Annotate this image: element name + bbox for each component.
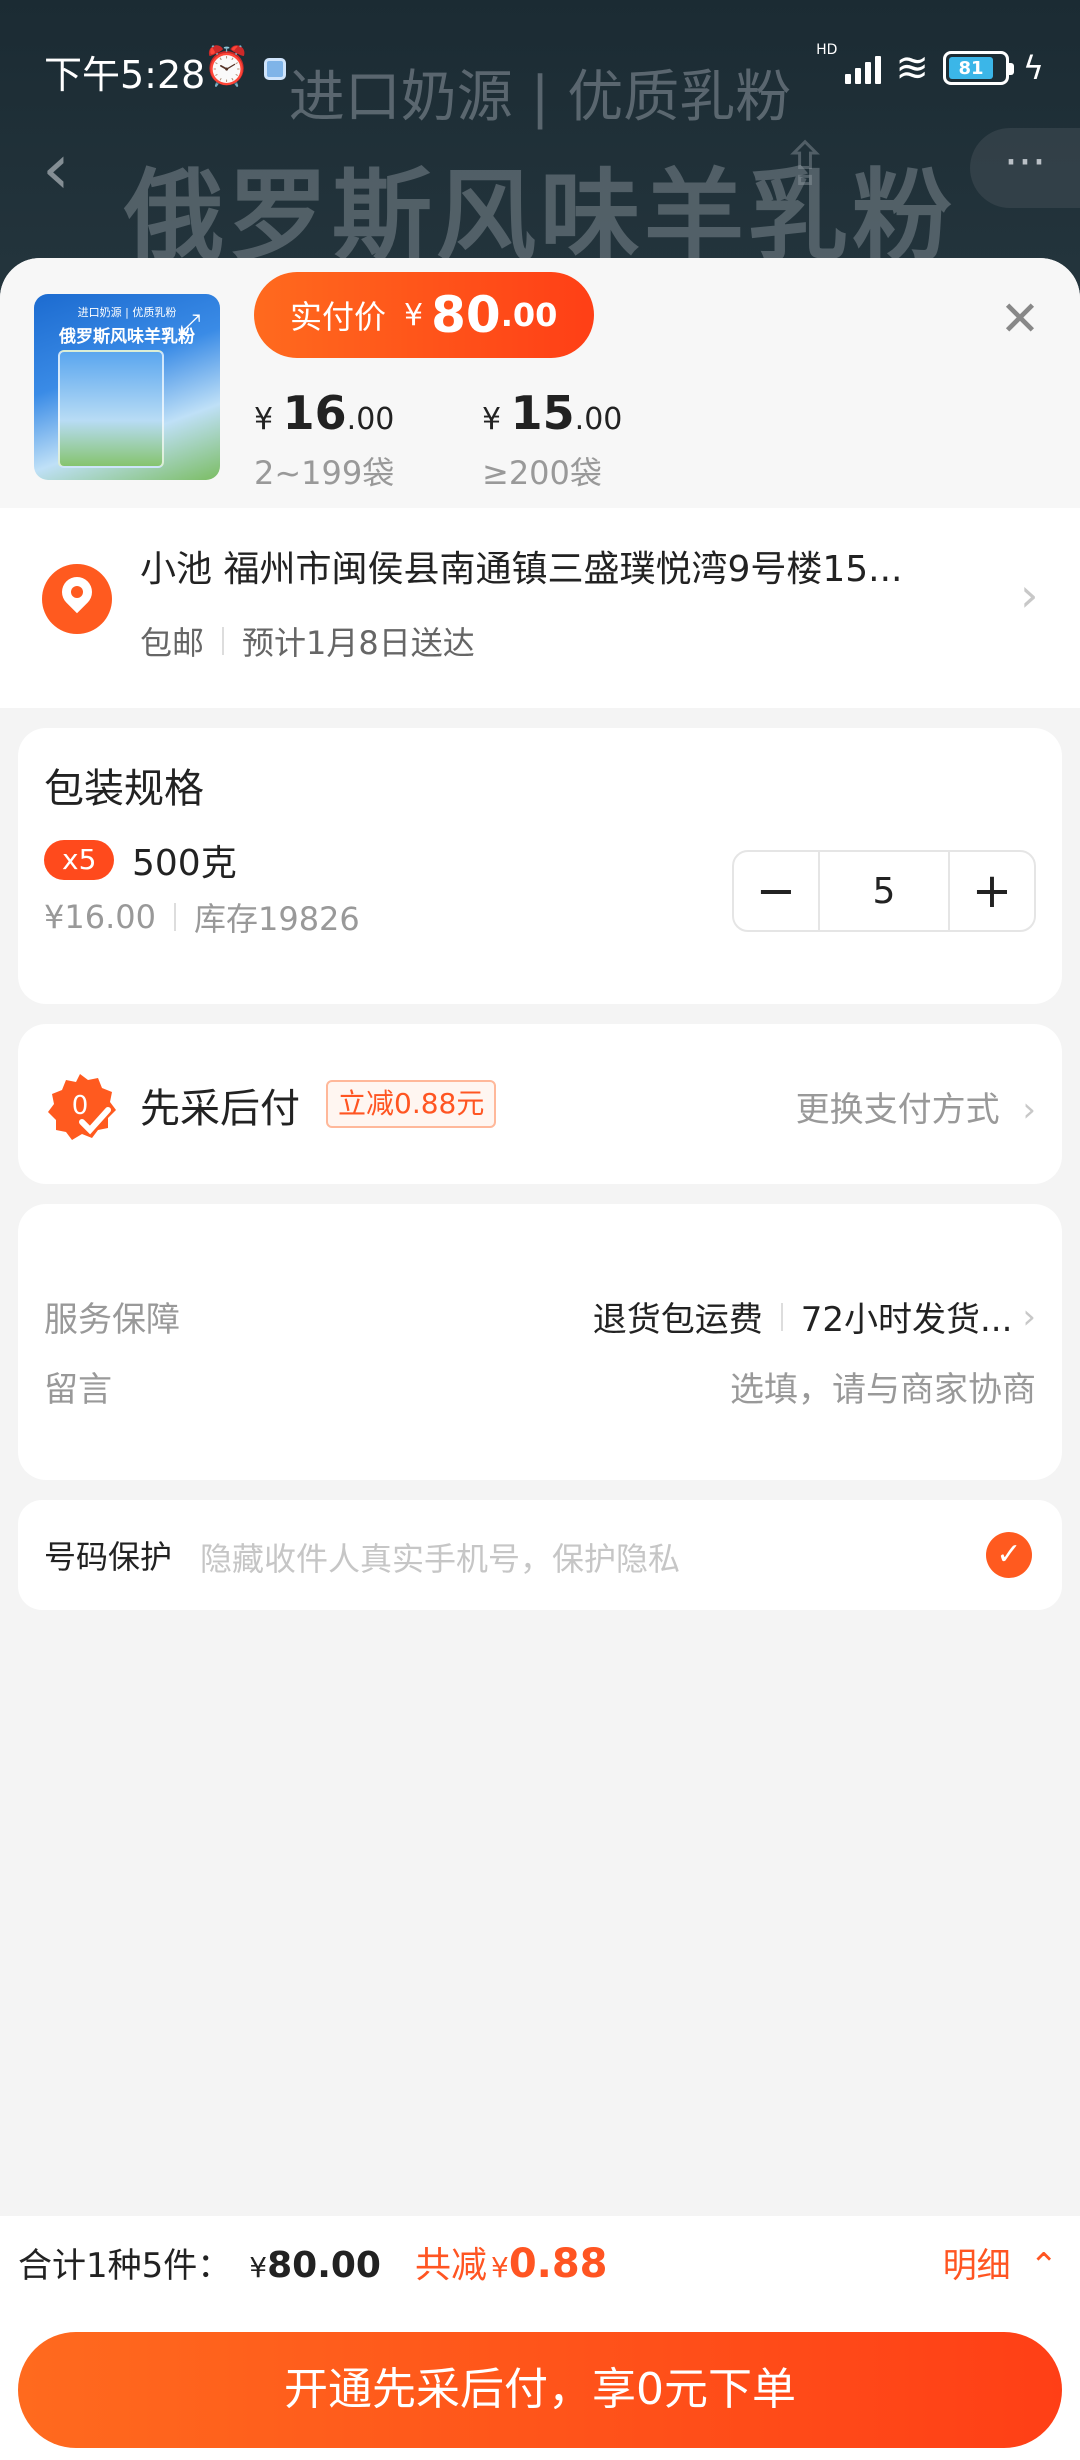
battery-level: 81 [958, 57, 984, 79]
address-section[interactable]: 小池 福州市闽侯县南通镇三盛璞悦湾9号楼15... 包邮 预计1月8日送达 › [0, 508, 1080, 708]
chevron-right-icon: › [1022, 1090, 1036, 1130]
actual-price-label: 实付价 [290, 298, 387, 336]
message-placeholder: 选填，请与商家协商 [730, 1370, 1036, 1410]
savings-label: 共减 [414, 2245, 487, 2286]
package-spec-card: 包装规格 x5 500克 ¥16.00 库存19826 − 5 + [18, 728, 1062, 1004]
tier-range: 2~199袋 [254, 454, 395, 492]
chevron-right-icon: › [1020, 568, 1039, 622]
back-arrow-icon[interactable]: ‹ [42, 128, 70, 210]
notification-app-icon [264, 58, 286, 80]
status-time: 下午5:28 [44, 53, 206, 97]
total-amount: 80.00 [267, 2245, 381, 2286]
divider [780, 1302, 783, 1331]
total-currency: ¥ [249, 2251, 268, 2284]
savings-currency: ¥ [490, 2251, 509, 2284]
decrease-button[interactable]: − [734, 852, 818, 930]
price-tier: ¥ 15.00 ≥200袋 [482, 386, 622, 494]
product-header: 进口奶源 | 优质乳粉 俄罗斯风味羊乳粉 ⤢ 实付价 ¥ 80 .00 ✕ ¥ … [0, 258, 1080, 508]
price-tier: ¥ 16.00 2~199袋 [254, 386, 394, 494]
shipping-label: 包邮 [140, 624, 205, 662]
tier-price: ¥ 15.00 [482, 386, 623, 440]
service-card: 服务保障 退货包运费 72小时发货... › 留言 选填，请与商家协商 [18, 1204, 1062, 1480]
chevron-up-icon: ⌃ [1029, 2246, 1059, 2286]
actual-price-decimal: .00 [500, 296, 558, 334]
order-sheet: 进口奶源 | 优质乳粉 俄罗斯风味羊乳粉 ⤢ 实付价 ¥ 80 .00 ✕ ¥ … [0, 258, 1080, 2460]
status-indicators: HD ≋ 81 ϟ [816, 42, 1044, 91]
chevron-right-icon: › [1022, 1296, 1036, 1337]
guarantee-label: 服务保障 [44, 1300, 180, 1340]
expand-icon[interactable]: ⤢ [172, 306, 208, 342]
submit-order-button[interactable]: 开通先采后付，享0元下单 [18, 2332, 1062, 2448]
unit-price: ¥16.00 [44, 898, 156, 936]
pay-later-icon: 0 [48, 1074, 116, 1140]
detail-label: 明细 [942, 2246, 1011, 2286]
checkmark-icon[interactable]: ✓ [986, 1532, 1032, 1578]
guarantee-row[interactable]: 退货包运费 72小时发货... › [593, 1292, 1036, 1341]
delivery-info: 包邮 预计1月8日送达 [140, 618, 475, 664]
spec-meta: ¥16.00 库存19826 [44, 894, 360, 940]
phone-protection-card: 号码保护 隐藏收件人真实手机号，保护隐私 ✓ [18, 1500, 1062, 1610]
product-thumbnail[interactable]: 进口奶源 | 优质乳粉 俄罗斯风味羊乳粉 ⤢ [34, 294, 220, 480]
discount-tag: 立减0.88元 [326, 1080, 497, 1128]
savings-amount: 0.88 [508, 2241, 608, 2287]
delivery-eta: 预计1月8日送达 [242, 624, 475, 662]
total-summary: 合计1种5件： ¥ 80.00 共减 ¥ 0.88 [18, 2236, 608, 2288]
spec-title: 包装规格 [44, 766, 204, 812]
guarantee-item: 退货包运费 [592, 1300, 763, 1340]
wifi-icon: ≋ [895, 45, 929, 91]
phone-protection-label: 号码保护 [44, 1538, 173, 1576]
divider [173, 903, 176, 931]
quantity-stepper: − 5 + [732, 850, 1036, 932]
signal-icon [845, 52, 882, 84]
change-payment-link[interactable]: 更换支付方式 › [796, 1082, 1036, 1131]
pay-later-card[interactable]: 0 先采后付 立减0.88元 更换支付方式 › [18, 1024, 1062, 1184]
checkout-footer: 合计1种5件： ¥ 80.00 共减 ¥ 0.88 明细 ⌃ 开通先采后付，享0… [0, 2216, 1080, 2460]
change-payment-label: 更换支付方式 [795, 1090, 1000, 1130]
share-icon[interactable]: ⇪ [780, 130, 830, 200]
tier-price: ¥ 16.00 [254, 386, 395, 440]
divider [222, 627, 225, 655]
total-label: 合计1种5件： [18, 2246, 232, 2286]
tier-range: ≥200袋 [482, 454, 602, 492]
spec-name: 500克 [132, 843, 237, 884]
alarm-icon: ⏰ [203, 44, 251, 88]
detail-toggle[interactable]: 明细 ⌃ [943, 2238, 1058, 2287]
message-label: 留言 [44, 1370, 112, 1410]
location-pin-icon [42, 564, 112, 634]
svg-text:0: 0 [72, 1091, 89, 1121]
battery-icon: 81 [942, 51, 1014, 85]
increase-button[interactable]: + [950, 852, 1034, 930]
actual-price-pill: 实付价 ¥ 80 .00 [254, 272, 594, 358]
network-type-label: HD [816, 42, 838, 58]
more-icon[interactable]: ··· [970, 128, 1080, 208]
charging-icon: ϟ [1022, 49, 1044, 87]
actual-price-integer: 80 [431, 286, 501, 344]
pay-later-title: 先采后付 [140, 1086, 300, 1132]
status-bar: 下午5:28 ⏰ HD ≋ 81 ϟ [0, 0, 1080, 130]
close-icon[interactable]: ✕ [995, 294, 1045, 344]
guarantee-item: 72小时发货... [800, 1300, 1013, 1340]
product-package-image [58, 350, 164, 468]
stock-count: 库存19826 [193, 900, 360, 938]
phone-protection-hint: 隐藏收件人真实手机号，保护隐私 [200, 1540, 681, 1578]
quantity-value[interactable]: 5 [818, 852, 950, 930]
actual-price-currency: ¥ [404, 297, 424, 333]
address-text: 小池 福州市闽侯县南通镇三盛璞悦湾9号楼15... [140, 549, 903, 590]
quantity-badge: x5 [44, 840, 115, 880]
message-field[interactable]: 选填，请与商家协商 [730, 1362, 1036, 1411]
